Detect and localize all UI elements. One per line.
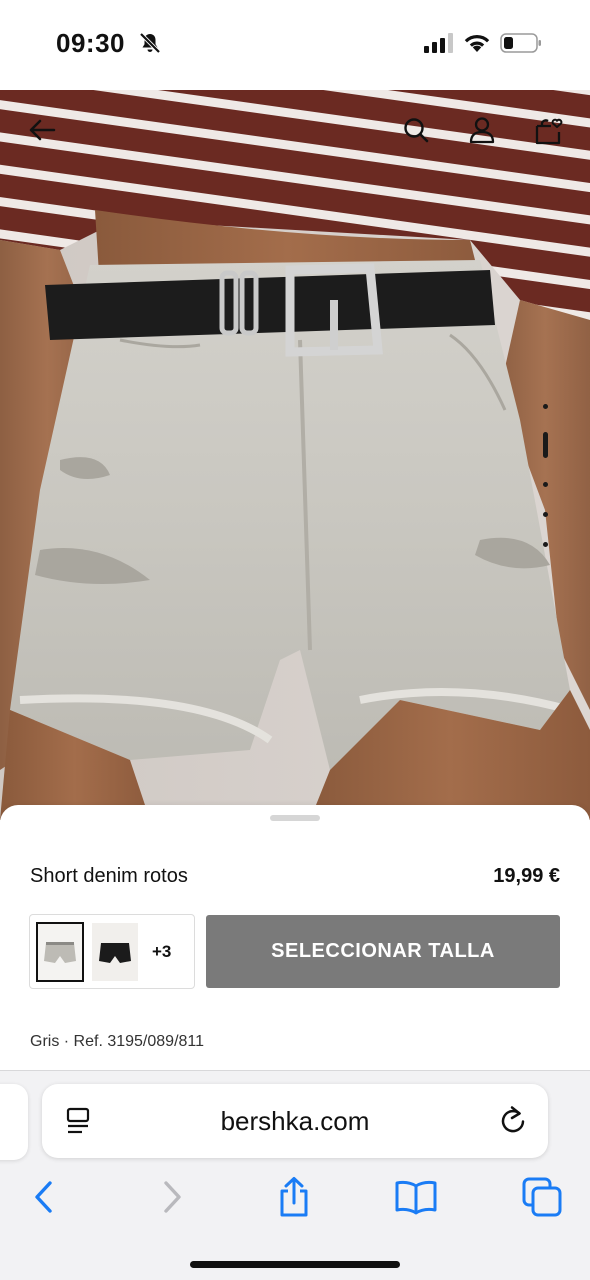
bookmarks-icon xyxy=(395,1180,437,1215)
more-colors-link[interactable]: +3 xyxy=(152,942,171,962)
swatch-black-denim[interactable] xyxy=(92,923,138,981)
gallery-dot-active[interactable] xyxy=(543,432,548,458)
cellular-signal-icon xyxy=(424,33,453,53)
image-toolbar xyxy=(0,100,590,160)
back-button[interactable] xyxy=(22,110,62,150)
bookmarks-button[interactable] xyxy=(394,1175,438,1219)
gallery-dot[interactable] xyxy=(543,482,548,487)
wifi-icon xyxy=(464,34,490,52)
address-bar[interactable]: bershka.com xyxy=(42,1084,548,1158)
reload-icon[interactable] xyxy=(497,1104,529,1138)
gallery-dot[interactable] xyxy=(543,512,548,517)
tabs-button[interactable] xyxy=(520,1175,564,1219)
arrow-left-icon xyxy=(29,119,56,141)
browser-forward-button[interactable] xyxy=(150,1175,194,1219)
product-reference: Gris · Ref. 3195/089/811 xyxy=(30,1033,205,1050)
sheet-grabber[interactable] xyxy=(270,815,320,821)
status-time: 09:30 xyxy=(56,28,125,58)
share-icon xyxy=(280,1177,308,1217)
gallery-dot[interactable] xyxy=(543,542,548,547)
url-text[interactable]: bershka.com xyxy=(42,1084,548,1158)
gallery-pagination[interactable] xyxy=(538,402,552,562)
select-size-button[interactable]: SELECCIONAR TALLA xyxy=(206,915,560,988)
status-bar: 09:30 xyxy=(0,0,590,90)
product-info-sheet: Short denim rotos 19,99 € +3 SELECCIONAR… xyxy=(0,805,590,1070)
product-image[interactable] xyxy=(0,90,590,820)
browser-back-button[interactable] xyxy=(22,1175,66,1219)
bell-slash-icon xyxy=(139,32,161,54)
chevron-left-icon xyxy=(35,1181,52,1213)
previous-tab-peek[interactable] xyxy=(0,1084,28,1160)
search-icon xyxy=(404,118,429,143)
gallery-dot[interactable] xyxy=(543,404,548,409)
home-indicator xyxy=(190,1261,400,1268)
black-shorts-thumbnail xyxy=(92,923,138,981)
user-icon xyxy=(469,117,495,144)
product-photo xyxy=(0,90,590,820)
account-button[interactable] xyxy=(462,110,502,150)
chevron-right-icon xyxy=(164,1181,181,1213)
product-page: 09:30 Short denim rotos 19,99 € +3 SELEC… xyxy=(0,0,590,1280)
reader-icon[interactable] xyxy=(62,1105,94,1137)
cart-button[interactable] xyxy=(528,110,568,150)
browser-toolbar: bershka.com xyxy=(0,1070,590,1280)
battery-icon xyxy=(500,33,541,53)
browser-nav-row xyxy=(0,1171,590,1221)
color-swatches: +3 xyxy=(29,914,195,989)
tabs-icon xyxy=(522,1177,562,1217)
shopping-bag-icon xyxy=(535,118,563,145)
product-price: 19,99 € xyxy=(493,865,560,887)
swatch-grey-denim[interactable] xyxy=(36,922,84,982)
product-name: Short denim rotos xyxy=(30,865,188,887)
grey-shorts-thumbnail xyxy=(37,923,83,981)
search-button[interactable] xyxy=(396,110,436,150)
share-button[interactable] xyxy=(272,1175,316,1219)
